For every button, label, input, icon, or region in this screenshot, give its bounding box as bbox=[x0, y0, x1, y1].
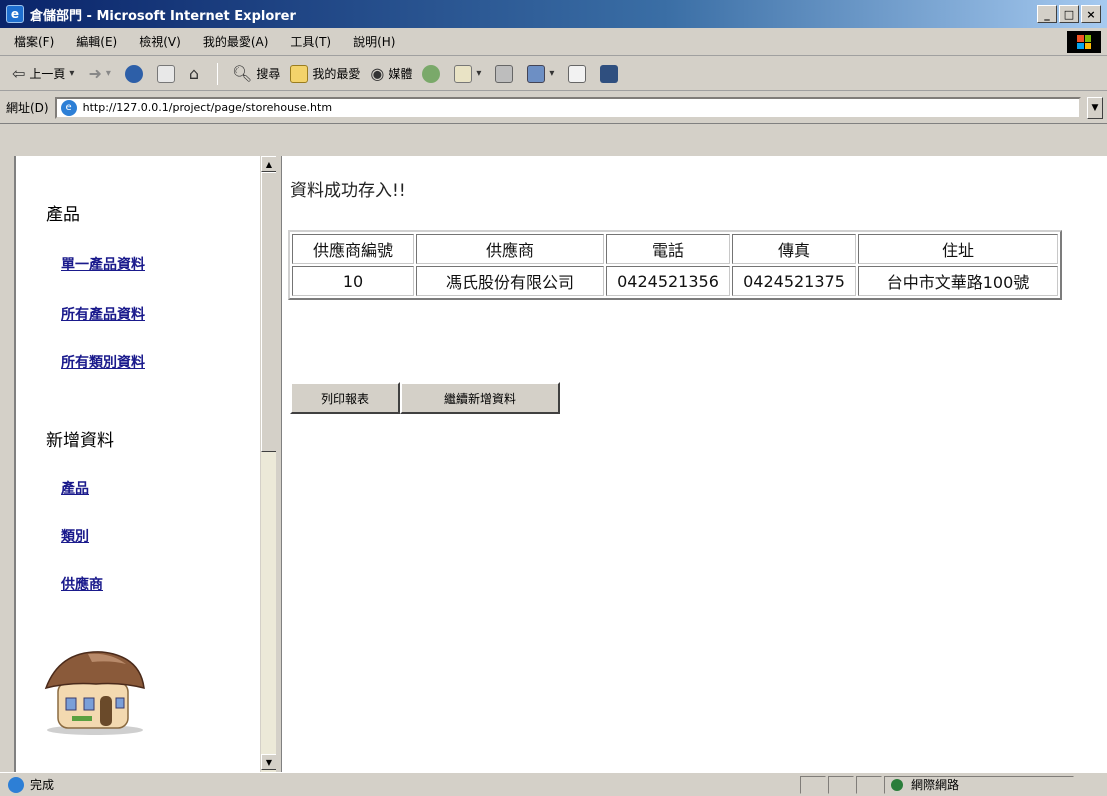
header-supplier-id: 供應商編號 bbox=[292, 234, 414, 264]
stop-button[interactable] bbox=[124, 64, 147, 83]
edit-icon bbox=[527, 64, 546, 83]
mail-icon bbox=[454, 64, 473, 83]
back-label: 上一頁 bbox=[29, 67, 66, 81]
status-cell bbox=[856, 775, 882, 794]
page-icon: e bbox=[60, 99, 77, 116]
menu-view[interactable]: 檢視(V) bbox=[139, 33, 181, 50]
address-dropdown-button[interactable]: ▼ bbox=[1087, 96, 1103, 119]
messenger-icon bbox=[600, 64, 619, 83]
close-button[interactable]: × bbox=[1081, 5, 1101, 23]
forward-arrow-icon: ➜ bbox=[88, 64, 102, 83]
favorites-button[interactable]: 我的最愛 bbox=[290, 64, 361, 83]
table-row: 10 馮氏股份有限公司 0424521356 0424521375 台中市文華路… bbox=[292, 266, 1058, 296]
menu-edit[interactable]: 編輯(E) bbox=[76, 33, 117, 50]
discuss-button[interactable] bbox=[568, 64, 590, 83]
cell-supplier: 馮氏股份有限公司 bbox=[416, 266, 604, 296]
windows-logo-icon bbox=[1067, 31, 1101, 53]
section-products-title: 產品 bbox=[46, 205, 80, 225]
header-address: 住址 bbox=[858, 234, 1058, 264]
link-add-category[interactable]: 類別 bbox=[61, 526, 89, 546]
back-button[interactable]: ⇦ 上一頁 ▾ bbox=[12, 64, 78, 83]
table-header-row: 供應商編號 供應商 電話 傳真 住址 bbox=[292, 234, 1058, 264]
history-icon bbox=[422, 64, 441, 83]
menu-tools[interactable]: 工具(T) bbox=[290, 33, 331, 50]
printer-icon bbox=[495, 64, 514, 83]
scroll-thumb[interactable] bbox=[261, 172, 277, 452]
left-frame: 產品 單一產品資料 所有產品資料 所有類別資料 新增資料 產品 類別 供應商 bbox=[16, 156, 260, 772]
maximize-button[interactable]: □ bbox=[1059, 5, 1079, 23]
status-text: 完成 bbox=[30, 778, 55, 792]
cell-fax: 0424521375 bbox=[732, 266, 856, 296]
messenger-button[interactable] bbox=[600, 64, 622, 83]
supplier-table: 供應商編號 供應商 電話 傳真 住址 10 馮氏股份有限公司 042452135… bbox=[288, 230, 1062, 300]
zone-label: 網際網路 bbox=[911, 778, 960, 792]
cell-phone: 0424521356 bbox=[606, 266, 730, 296]
header-phone: 電話 bbox=[606, 234, 730, 264]
header-fax: 傳真 bbox=[732, 234, 856, 264]
globe-icon bbox=[891, 778, 903, 791]
favorites-label: 我的最愛 bbox=[312, 67, 361, 81]
menu-bar: 檔案(F) 編輯(E) 檢視(V) 我的最愛(A) 工具(T) 說明(H) bbox=[0, 28, 1107, 56]
search-icon: 🔍︎ bbox=[232, 64, 253, 83]
history-button[interactable] bbox=[422, 64, 444, 83]
left-frame-scrollbar[interactable]: ▲ ▼ bbox=[260, 156, 277, 772]
minimize-button[interactable]: _ bbox=[1037, 5, 1057, 23]
media-icon: ◉ bbox=[370, 64, 385, 83]
media-label: 媒體 bbox=[388, 67, 413, 81]
stop-icon bbox=[124, 64, 143, 83]
header-supplier: 供應商 bbox=[416, 234, 604, 264]
continue-add-button[interactable]: 繼續新增資料 bbox=[400, 382, 560, 414]
status-cell bbox=[828, 775, 854, 794]
toolbar-separator bbox=[217, 62, 219, 85]
browser-content: 產品 單一產品資料 所有產品資料 所有類別資料 新增資料 產品 類別 供應商 ▲… bbox=[14, 156, 1107, 772]
security-zone: 網際網路 bbox=[884, 775, 1074, 794]
dropdown-icon: ▾ bbox=[105, 68, 111, 79]
scroll-down-button[interactable]: ▼ bbox=[261, 754, 277, 770]
menu-help[interactable]: 說明(H) bbox=[353, 33, 395, 50]
discuss-icon bbox=[568, 64, 587, 83]
back-arrow-icon: ⇦ bbox=[12, 64, 26, 83]
right-frame: 資料成功存入!! 供應商編號 供應商 電話 傳真 住址 10 馮氏股份有限公司 … bbox=[282, 156, 1107, 772]
mail-button[interactable]: ▾ bbox=[454, 64, 485, 83]
address-url: http://127.0.0.1/project/page/storehouse… bbox=[82, 101, 333, 114]
link-add-product[interactable]: 產品 bbox=[61, 478, 89, 498]
menu-favorites[interactable]: 我的最愛(A) bbox=[203, 33, 269, 50]
link-single-product[interactable]: 單一產品資料 bbox=[61, 254, 145, 274]
window-title: 倉儲部門 - Microsoft Internet Explorer bbox=[30, 8, 296, 24]
search-button[interactable]: 🔍︎ 搜尋 bbox=[232, 64, 280, 83]
home-icon: ⌂ bbox=[188, 64, 200, 83]
status-cell bbox=[800, 775, 826, 794]
address-input[interactable]: e http://127.0.0.1/project/page/storehou… bbox=[54, 96, 1081, 119]
ie-icon: e bbox=[6, 5, 24, 23]
dropdown-icon: ▾ bbox=[476, 68, 482, 79]
dropdown-icon: ▾ bbox=[69, 68, 75, 79]
home-button[interactable]: ⌂ bbox=[189, 64, 203, 83]
section-add-data-title: 新增資料 bbox=[46, 431, 114, 451]
address-bar: 網址(D) e http://127.0.0.1/project/page/st… bbox=[0, 92, 1107, 124]
print-report-button[interactable]: 列印報表 bbox=[290, 382, 400, 414]
refresh-button[interactable] bbox=[156, 64, 179, 83]
search-label: 搜尋 bbox=[256, 67, 281, 81]
forward-button[interactable]: ➜ ▾ bbox=[88, 64, 114, 83]
title-bar: e 倉儲部門 - Microsoft Internet Explorer _ □… bbox=[0, 0, 1107, 28]
menu-file[interactable]: 檔案(F) bbox=[14, 33, 54, 50]
link-add-supplier[interactable]: 供應商 bbox=[61, 574, 103, 594]
favorites-icon bbox=[290, 64, 309, 83]
media-button[interactable]: ◉ 媒體 bbox=[370, 64, 412, 83]
scroll-up-button[interactable]: ▲ bbox=[261, 156, 277, 172]
page-status-icon bbox=[8, 776, 24, 793]
dropdown-icon: ▾ bbox=[549, 68, 555, 79]
toolbar: ⇦ 上一頁 ▾ ➜ ▾ ⌂ 🔍︎ 搜尋 我的最愛 ◉ 媒體 ▾ ▾ bbox=[0, 57, 1107, 91]
link-all-categories[interactable]: 所有類別資料 bbox=[61, 352, 145, 372]
edit-button[interactable]: ▾ bbox=[527, 64, 558, 83]
success-message: 資料成功存入!! bbox=[290, 181, 406, 201]
mushroom-house-icon bbox=[44, 651, 145, 735]
cell-supplier-id: 10 bbox=[292, 266, 414, 296]
address-label: 網址(D) bbox=[6, 101, 49, 115]
status-bar: 完成 網際網路 bbox=[0, 772, 1107, 796]
refresh-icon bbox=[156, 64, 175, 83]
print-toolbar-button[interactable] bbox=[495, 64, 517, 83]
link-all-products[interactable]: 所有產品資料 bbox=[61, 304, 145, 324]
cell-address: 台中市文華路100號 bbox=[858, 266, 1058, 296]
